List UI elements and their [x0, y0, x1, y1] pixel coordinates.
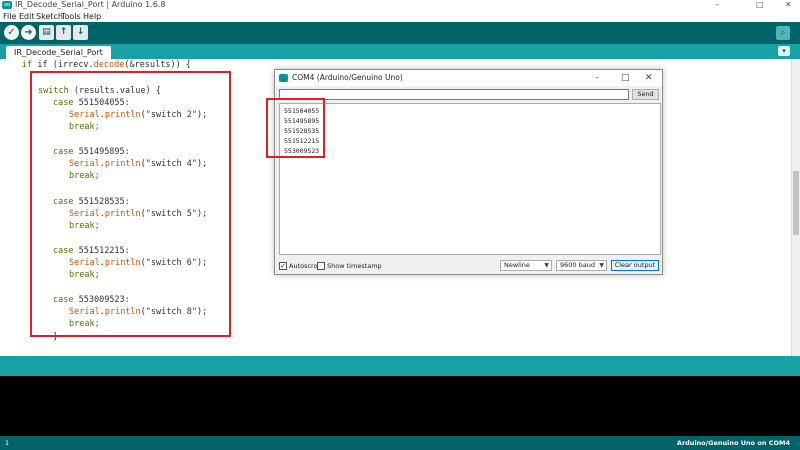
chevron-down-icon: ▼	[544, 262, 549, 269]
arduino-logo-icon: oo	[2, 1, 12, 9]
menu-tools[interactable]: Tools	[61, 11, 81, 22]
menu-file[interactable]: File	[3, 11, 16, 22]
code-line-if: if if (irrecv.decode(&results)) {	[22, 60, 191, 70]
code-fn: decode	[93, 60, 125, 70]
menu-bar: File Edit Sketch Tools Help	[0, 10, 800, 22]
editor-scrollbar[interactable]	[791, 59, 800, 356]
highlight-box-code	[30, 71, 231, 337]
highlight-box-output	[266, 98, 325, 158]
open-sketch-button[interactable]: ↑	[56, 25, 71, 40]
clear-output-button[interactable]: Clear output	[611, 260, 659, 271]
close-button[interactable]: ✕	[785, 0, 792, 10]
footer-bar: 1 Arduino/Genuino Uno on COM4	[0, 436, 800, 450]
arrow-right-icon: ➜	[24, 27, 33, 38]
show-timestamp-checkbox[interactable]	[317, 262, 325, 270]
tab-menu-button[interactable]: ▾	[778, 46, 790, 56]
minimize-button[interactable]: –	[715, 0, 719, 10]
serial-monitor-titlebar: COM4 (Arduino/Genuino Uno) – □ ✕	[275, 70, 662, 86]
code-text: (&results)) {	[124, 60, 191, 70]
menu-edit[interactable]: Edit	[19, 11, 35, 22]
serial-monitor-button[interactable]: ⌕	[776, 26, 790, 40]
line-number: 1	[5, 439, 10, 447]
code-text: if (irrecv.	[37, 60, 94, 70]
maximize-button[interactable]: □	[756, 0, 764, 10]
line-ending-value: Newline	[504, 261, 530, 269]
new-file-icon: ▤	[42, 27, 51, 37]
chevron-down-icon: ▼	[599, 262, 604, 269]
console-output	[0, 376, 800, 436]
save-sketch-button[interactable]: ↓	[73, 25, 88, 40]
tab-ir-decode-serial-port[interactable]: IR_Decode_Serial_Port	[6, 46, 111, 59]
window-titlebar: oo IR_Decode_Serial_Port | Arduino 1.6.8…	[0, 0, 800, 10]
if-keyword: if	[22, 60, 33, 70]
send-button[interactable]: Send	[632, 89, 659, 100]
scrollbar-thumb[interactable]	[793, 171, 799, 235]
minimize-button[interactable]: –	[595, 70, 600, 86]
close-button[interactable]: ✕	[645, 70, 653, 86]
serial-monitor-controls: ✓ Autoscroll Show timestamp Newline ▼ 96…	[275, 258, 662, 274]
arrow-up-icon: ↑	[59, 27, 68, 37]
window-title: IR_Decode_Serial_Port | Arduino 1.6.8	[15, 0, 166, 9]
serial-input-field[interactable]	[279, 89, 629, 100]
menu-help[interactable]: Help	[83, 11, 101, 22]
new-sketch-button[interactable]: ▤	[39, 25, 54, 40]
upload-button[interactable]: ➜	[21, 25, 36, 40]
tabs-bar: IR_Decode_Serial_Port ▾	[0, 44, 800, 59]
arrow-down-icon: ↓	[76, 27, 85, 37]
maximize-button[interactable]: □	[621, 70, 630, 86]
line-ending-select[interactable]: Newline ▼	[500, 260, 552, 271]
status-bar	[0, 356, 800, 376]
board-port-label: Arduino/Genuino Uno on COM4	[676, 439, 790, 447]
show-timestamp-label: Show timestamp	[327, 262, 382, 270]
magnifier-icon: ⌕	[780, 28, 786, 38]
serial-monitor-window: COM4 (Arduino/Genuino Uno) – □ ✕ Send 55…	[274, 69, 663, 275]
menu-sketch[interactable]: Sketch	[36, 11, 63, 22]
verify-button[interactable]: ✓	[4, 25, 19, 40]
arduino-logo-icon	[279, 74, 288, 82]
serial-monitor-title: COM4 (Arduino/Genuino Uno)	[292, 73, 403, 82]
baud-rate-select[interactable]: 9600 baud ▼	[556, 260, 607, 271]
autoscroll-checkbox[interactable]: ✓	[279, 262, 287, 270]
toolbar: ✓ ➜ ▤ ↑ ↓ ⌕	[0, 22, 800, 44]
serial-output-area[interactable]: 551504055 551495895 551528535 551512215 …	[279, 103, 661, 255]
check-icon: ✓	[7, 27, 16, 38]
baud-rate-value: 9600 baud	[560, 261, 595, 269]
